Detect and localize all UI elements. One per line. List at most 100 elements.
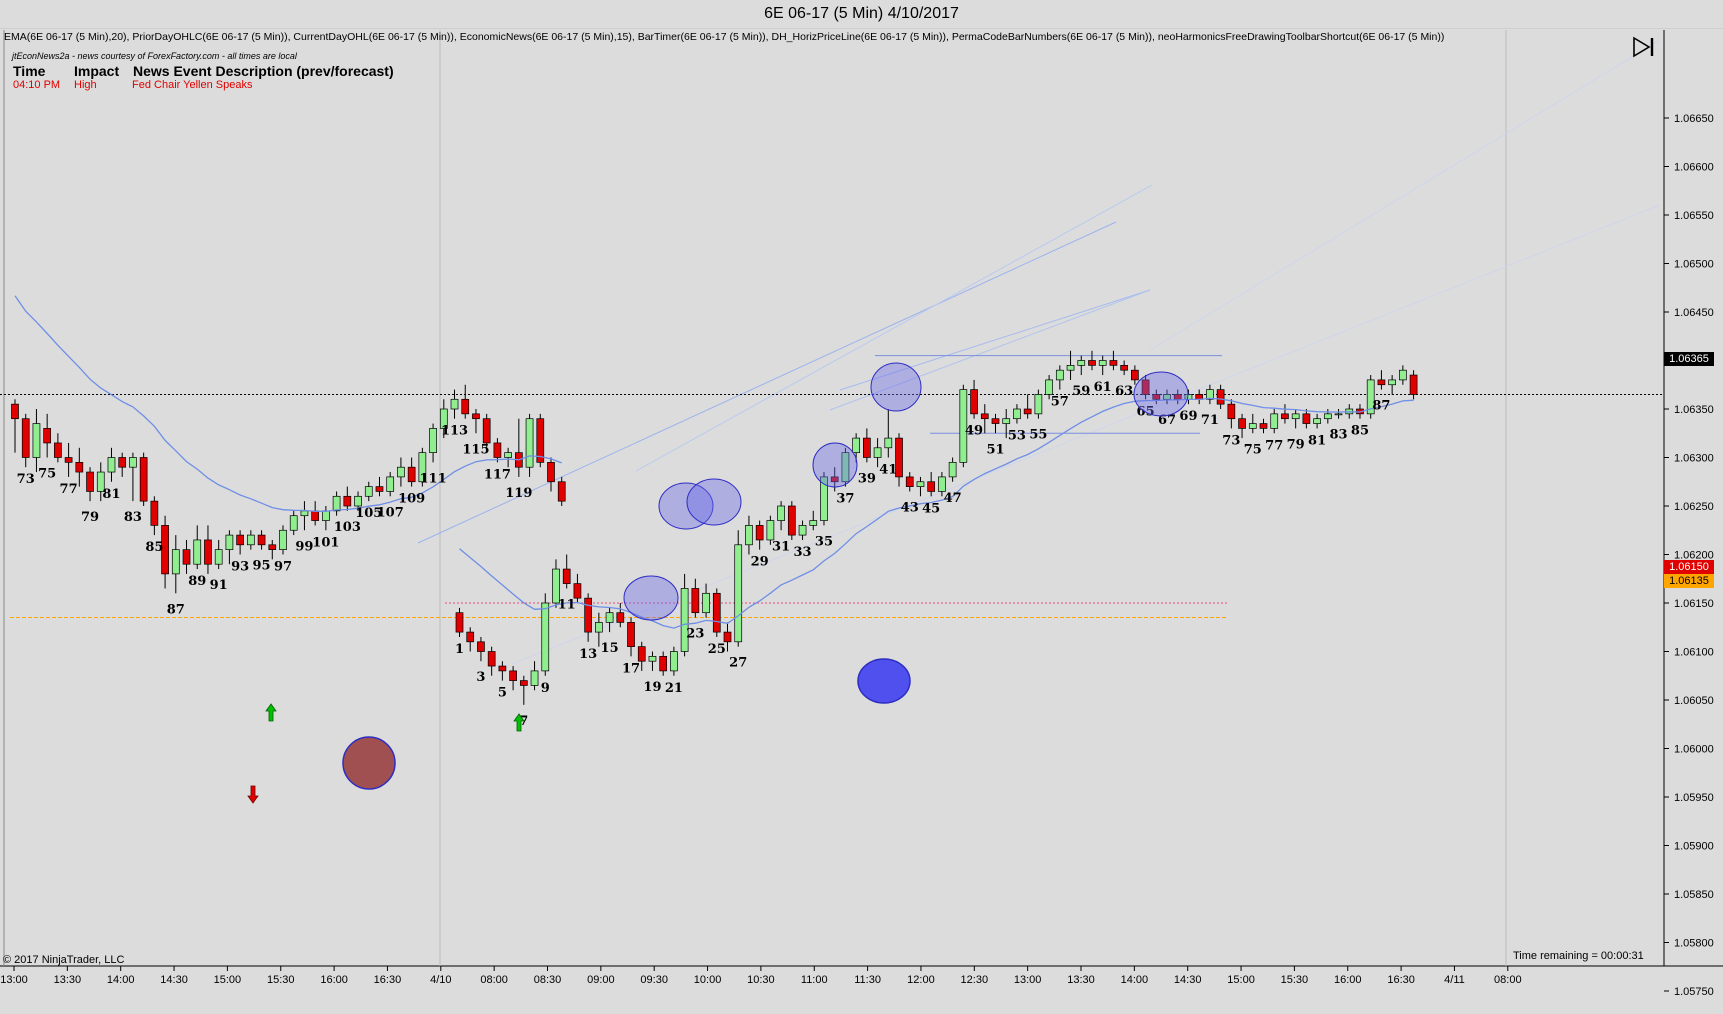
bar-number-label: 17 — [622, 661, 640, 676]
x-tick-label: 08:00 — [480, 974, 508, 986]
candle-body — [980, 413, 989, 420]
candle-body — [777, 505, 785, 521]
candle-body — [407, 466, 416, 483]
y-tick-label: 1.06000 — [1674, 744, 1714, 756]
x-tick-label: 08:00 — [1494, 974, 1522, 986]
candle-body — [21, 418, 30, 458]
bar-number-label: 71 — [1201, 413, 1219, 428]
bar-number-label: 113 — [441, 424, 468, 439]
candle-body — [670, 651, 678, 672]
candle-body — [214, 549, 223, 565]
news-event-impact: High — [74, 79, 97, 91]
highlight-ellipse — [623, 575, 679, 621]
candle-body — [595, 622, 603, 633]
candle-body — [755, 525, 764, 541]
x-tick-label: 08:30 — [534, 974, 562, 986]
candle-body — [723, 631, 732, 643]
bar-number-label: 73 — [1222, 433, 1240, 448]
candle-body — [43, 428, 52, 444]
bar-number-label: 83 — [124, 510, 142, 525]
candle-body — [1131, 369, 1139, 381]
candle-body — [1098, 360, 1107, 366]
bar-number-label: 3 — [476, 670, 485, 685]
candle-body — [787, 505, 796, 536]
y-tick-label: 1.05900 — [1674, 841, 1714, 853]
candle-body — [1259, 423, 1268, 429]
candle-body — [809, 520, 818, 526]
x-tick-label: 11:00 — [801, 974, 828, 986]
candle-body — [236, 534, 244, 546]
pink-level-label: 1.06150 — [1664, 560, 1714, 574]
y-tick-label: 1.06350 — [1674, 404, 1714, 416]
candle-body — [279, 529, 287, 550]
x-tick-label: 16:00 — [1334, 974, 1362, 986]
bar-number-label: 109 — [398, 492, 425, 507]
candle-body — [11, 403, 19, 420]
x-tick-label: 16:00 — [320, 974, 348, 986]
bar-number-label: 77 — [60, 482, 78, 497]
candle-body — [1045, 379, 1053, 395]
bar-number-label: 73 — [17, 472, 35, 487]
bar-number-label: 87 — [167, 602, 185, 617]
bar-number-label: 19 — [643, 680, 661, 695]
x-tick-label: 15:00 — [1227, 974, 1255, 986]
candle-body — [1323, 413, 1332, 420]
bar-number-label: 55 — [1029, 428, 1047, 443]
candle-body — [541, 602, 550, 672]
highlight-ellipse — [870, 362, 922, 412]
bar-number-label: 9 — [541, 681, 550, 696]
bar-number-label: 25 — [708, 642, 726, 657]
candle-body — [332, 495, 341, 512]
chart-window: 6E 06-17 (5 Min) 4/10/2017 1.06650 1.0660… — [0, 0, 1723, 1014]
bar-number-label: 29 — [751, 555, 769, 570]
bar-number-label: 11 — [558, 597, 576, 612]
candle-body — [1399, 369, 1407, 381]
candle-body — [466, 631, 475, 643]
candle-body — [627, 622, 635, 648]
candle-body — [734, 544, 743, 643]
candle-body — [702, 592, 710, 614]
candle-body — [75, 462, 84, 473]
y-tick-label: 1.06650 — [1674, 113, 1714, 125]
candle-body — [1227, 403, 1236, 420]
candle-body — [916, 481, 925, 487]
candle-body — [498, 665, 507, 672]
candle-body — [289, 515, 298, 531]
bar-number-label: 75 — [1244, 442, 1262, 457]
candle-body — [745, 525, 753, 546]
x-tick-label: 13:00 — [1014, 974, 1042, 986]
candle-body — [150, 500, 159, 526]
x-tick-label: 15:30 — [1281, 974, 1309, 986]
candle-body — [225, 534, 234, 550]
candle-body — [970, 389, 978, 415]
candle-body — [1238, 418, 1246, 429]
candle-body — [472, 413, 480, 420]
bar-number-label: 45 — [922, 501, 940, 516]
skip-forward-icon[interactable] — [1632, 36, 1656, 58]
bar-number-label: 5 — [498, 686, 507, 701]
x-tick-label: 14:00 — [107, 974, 135, 986]
bar-number-label: 49 — [965, 424, 983, 439]
y-tick-label: 1.06450 — [1674, 307, 1714, 319]
indicators-line: EMA(6E 06-17 (5 Min),20), PriorDayOHLC(6… — [4, 31, 1445, 43]
candle-body — [54, 442, 62, 458]
bar-number-label: 23 — [686, 627, 704, 642]
candle-body — [129, 457, 137, 468]
bar-number-label: 83 — [1329, 428, 1347, 443]
candle-body — [193, 539, 202, 565]
candle-body — [680, 588, 689, 652]
bar-number-label: 107 — [377, 505, 404, 520]
candle-body — [1377, 379, 1386, 386]
candle-body — [1216, 389, 1225, 405]
x-tick-label: 10:00 — [694, 974, 722, 986]
bar-number-label: 87 — [1372, 399, 1390, 414]
candle-body — [493, 442, 502, 458]
x-tick-label: 11:30 — [854, 974, 881, 986]
x-tick-label: 09:00 — [587, 974, 615, 986]
candle-body — [1088, 360, 1096, 366]
x-tick-label: 09:30 — [640, 974, 668, 986]
bar-number-label: 43 — [901, 500, 919, 515]
price-chart[interactable]: 1.066501.066001.065501.065001.064501.064… — [0, 0, 1723, 1014]
candle-body — [557, 481, 566, 502]
bar-number-label: 95 — [253, 559, 271, 574]
